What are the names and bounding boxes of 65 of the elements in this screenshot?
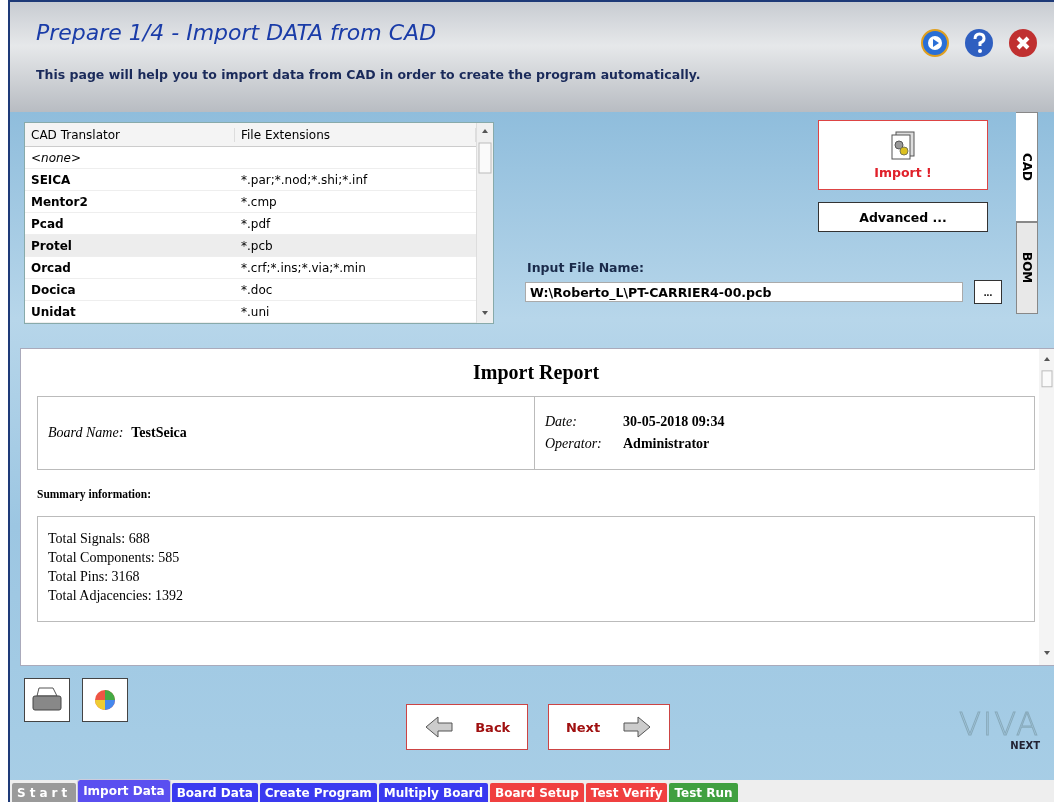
operator-value: Administrator	[623, 436, 710, 452]
step-tab[interactable]: Create Program	[259, 783, 377, 802]
column-header: CAD Translator	[25, 127, 235, 142]
step-tab[interactable]: Test Verify	[585, 783, 668, 802]
table-cell-text: Mentor2	[30, 194, 89, 209]
table-row[interactable]: Unidat *.uni	[25, 301, 476, 323]
scrollbar[interactable]	[476, 123, 493, 323]
operator-label: Operator:	[545, 436, 603, 452]
field-label: Input File Name:	[527, 260, 645, 275]
table-row[interactable]: Mentor2 *.cmp	[25, 191, 476, 213]
summary-line: Total Components: 585	[48, 549, 181, 567]
printer-icon	[31, 686, 63, 714]
table-cell-text: Protel	[30, 238, 73, 253]
browse-button[interactable]: ...	[974, 280, 1002, 304]
table-row[interactable]: Protel *.pcb	[25, 235, 476, 257]
table-row[interactable]: <none>	[25, 147, 476, 169]
step-tab[interactable]: Import Data	[78, 780, 170, 802]
table-row[interactable]: Orcad *.crf;*.ins;*.via;*.min	[25, 257, 476, 279]
print-button[interactable]	[24, 678, 70, 722]
report-title: Import Report	[471, 361, 601, 384]
date-value: 30-05-2018 09:34	[623, 414, 725, 430]
back-button[interactable]: Back	[406, 704, 528, 750]
pie-chart-icon	[93, 688, 117, 712]
gear-document-icon	[890, 130, 916, 161]
table-row[interactable]: Docica *.doc	[25, 279, 476, 301]
scrollbar[interactable]	[1039, 349, 1054, 665]
step-tab[interactable]: Multiply Board	[378, 783, 488, 802]
arrow-left-icon	[423, 715, 454, 739]
table-cell-text: Docica	[30, 282, 77, 297]
advanced-button[interactable]: Advanced ...	[818, 202, 988, 232]
table-cell-text: *.par;*.nod;*.shi;*.inf	[240, 172, 369, 187]
step-tab[interactable]: Board Data	[171, 783, 258, 802]
table-cell-text: *.cmp	[240, 194, 278, 209]
summary-line: Total Signals: 688	[48, 530, 151, 548]
logo-tagline: NEXT	[1010, 740, 1040, 751]
summary-line: Total Pins: 3168	[48, 568, 141, 586]
import-button[interactable]: Import !	[818, 120, 988, 190]
side-tab[interactable]: CAD	[1016, 112, 1038, 222]
table-cell-text: *.crf;*.ins;*.via;*.min	[240, 260, 367, 275]
close-icon[interactable]	[1008, 28, 1038, 58]
table-cell-text: *.pcb	[240, 238, 274, 253]
side-tab[interactable]: BOM	[1016, 222, 1038, 314]
table-row[interactable]: SEICA *.par;*.nod;*.shi;*.inf	[25, 169, 476, 191]
window-title: Prepare 1/4 - Import DATA from CAD	[36, 20, 437, 45]
page-description: This page will help you to import data from CAD in order to create the program automatically.	[36, 67, 702, 82]
help-icon[interactable]	[964, 28, 994, 58]
table-cell-text: Orcad	[30, 260, 72, 275]
table-cell-text: *.uni	[240, 304, 271, 319]
board-label: Board Name:	[48, 425, 124, 441]
next-button[interactable]: Next	[548, 704, 670, 750]
table-cell-text: Pcad	[30, 216, 65, 231]
board-value: TestSeica	[131, 425, 187, 441]
step-tab[interactable]: Board Setup	[490, 783, 584, 802]
arrow-right-icon	[622, 715, 653, 739]
play-icon[interactable]	[920, 28, 950, 58]
input-file-field[interactable]: W:\Roberto_L\PT-CARRIER4-00.pcb	[525, 282, 963, 302]
table-cell-text: SEICA	[30, 172, 72, 187]
summary-heading: Summary information:	[37, 488, 153, 500]
table-cell-text: Unidat	[30, 304, 77, 319]
summary-line: Total Adjacencies: 1392	[48, 587, 185, 605]
table-cell-text: *.doc	[240, 282, 274, 297]
table-cell-text: <none>	[30, 150, 83, 165]
date-label: Date:	[545, 414, 578, 430]
table-cell-text: *.pdf	[240, 216, 272, 231]
chart-button[interactable]	[82, 678, 128, 722]
